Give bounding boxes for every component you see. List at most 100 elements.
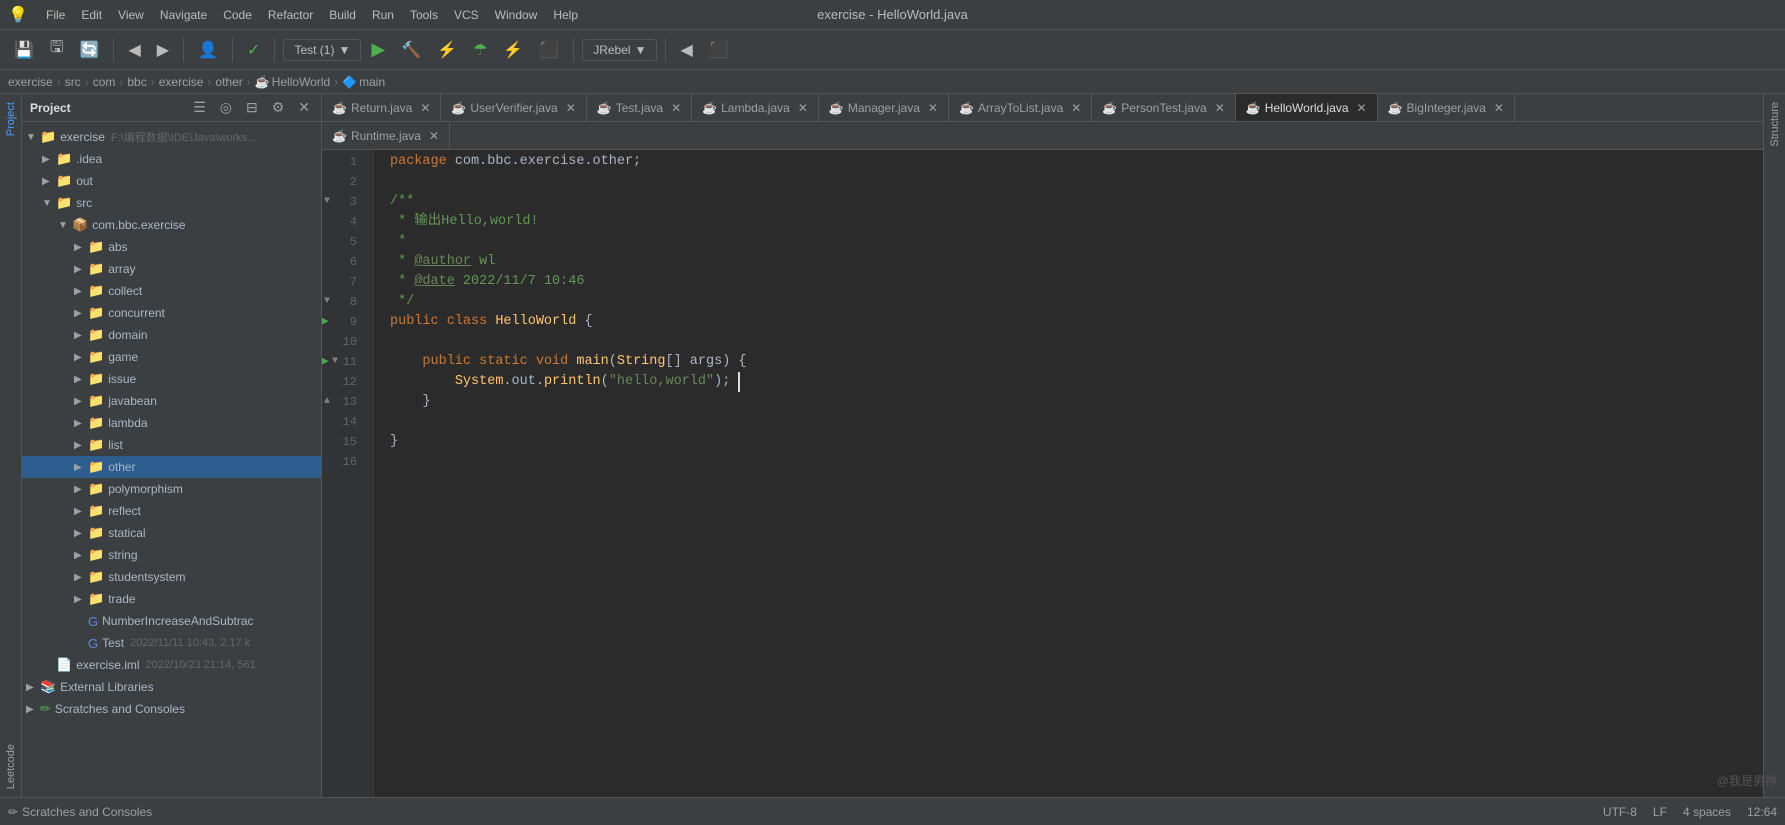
tree-item-collect[interactable]: ▶ 📁 collect (22, 280, 321, 302)
sidebar-icon-leetcode[interactable]: Leetcode (3, 740, 19, 793)
breadcrumb-com[interactable]: com (93, 75, 116, 89)
prev-button[interactable]: ◀ (674, 36, 698, 64)
breadcrumb-exercise[interactable]: exercise (8, 75, 53, 89)
tree-item-reflect[interactable]: ▶ 📁 reflect (22, 500, 321, 522)
stop-button[interactable]: ⬛ (533, 36, 565, 64)
tree-item-other[interactable]: ▶ 📁 other (22, 456, 321, 478)
project-collapse-button[interactable]: ⊟ (243, 97, 261, 118)
breadcrumb-main[interactable]: main (359, 75, 385, 89)
profile-run-button[interactable]: ⚡ (497, 36, 529, 64)
tree-item-lambda[interactable]: ▶ 📁 lambda (22, 412, 321, 434)
tab-close-runtime[interactable]: ✕ (429, 129, 439, 143)
project-scope-button[interactable]: ☰ (190, 97, 209, 118)
tree-item-string[interactable]: ▶ 📁 string (22, 544, 321, 566)
sidebar-icon-project[interactable]: Project (3, 98, 19, 140)
tab-close-userverifier[interactable]: ✕ (566, 101, 576, 115)
tab-arraytolist[interactable]: ☕ ArrayToList.java ✕ (949, 94, 1092, 122)
menu-tools[interactable]: Tools (404, 6, 444, 24)
menu-run[interactable]: Run (366, 6, 400, 24)
checkmark-button[interactable]: ✓ (241, 36, 266, 64)
menu-navigate[interactable]: Navigate (154, 6, 213, 24)
tab-userverifier[interactable]: ☕ UserVerifier.java ✕ (441, 94, 586, 122)
tree-item-iml[interactable]: ▶ 📄 exercise.iml 2022/10/23 21:14, 561 (22, 654, 321, 676)
breadcrumb-helloworld[interactable]: HelloWorld (272, 75, 330, 89)
tree-item-root[interactable]: ▼ 📁 exercise F:\编程数据\IDE\Java\works... (22, 126, 321, 148)
bottom-scratches[interactable]: ✏ Scratches and Consoles (8, 805, 152, 819)
tab-test[interactable]: ☕ Test.java ✕ (587, 94, 692, 122)
menu-build[interactable]: Build (323, 6, 362, 24)
tab-close-return[interactable]: ✕ (420, 101, 430, 115)
profile-button[interactable]: 👤 (192, 36, 224, 64)
run-button[interactable]: ▶ (365, 35, 391, 64)
tab-close-persontest[interactable]: ✕ (1215, 101, 1225, 115)
tree-item-numberincrease[interactable]: ▶ G NumberIncreaseAndSubtrac (22, 610, 321, 632)
save-button[interactable]: 💾 (8, 36, 40, 64)
tree-item-package[interactable]: ▼ 📦 com.bbc.exercise (22, 214, 321, 236)
breadcrumb-other[interactable]: other (215, 75, 242, 89)
tab-runtime[interactable]: ☕ Runtime.java ✕ (322, 122, 450, 150)
tab-close-arraytolist[interactable]: ✕ (1071, 101, 1081, 115)
menu-refactor[interactable]: Refactor (262, 6, 319, 24)
fold-3[interactable]: ▼ (324, 192, 330, 212)
tree-item-test[interactable]: ▶ G Test 2022/11/11 10:43, 2.17 k (22, 632, 321, 654)
tab-return[interactable]: ☕ Return.java ✕ (322, 94, 441, 122)
project-settings-button[interactable]: ⚙ (269, 97, 288, 118)
coverage-button[interactable]: ☂ (467, 36, 493, 64)
back-button[interactable]: ◀ (122, 36, 146, 64)
breadcrumb-exercise2[interactable]: exercise (159, 75, 204, 89)
run-config-selector[interactable]: Test (1) ▼ (283, 39, 361, 61)
menu-edit[interactable]: Edit (75, 6, 108, 24)
tree-item-game[interactable]: ▶ 📁 game (22, 346, 321, 368)
breadcrumb-src[interactable]: src (65, 75, 81, 89)
tree-item-issue[interactable]: ▶ 📁 issue (22, 368, 321, 390)
build-all-button[interactable]: ⚡ (431, 36, 463, 64)
tree-item-javabean[interactable]: ▶ 📁 javabean (22, 390, 321, 412)
tree-item-concurrent[interactable]: ▶ 📁 concurrent (22, 302, 321, 324)
menu-help[interactable]: Help (547, 6, 584, 24)
tab-close-manager[interactable]: ✕ (928, 101, 938, 115)
breadcrumb-bbc[interactable]: bbc (127, 75, 146, 89)
tree-item-studentsystem[interactable]: ▶ 📁 studentsystem (22, 566, 321, 588)
tab-manager[interactable]: ☕ Manager.java ✕ (819, 94, 949, 122)
fold-11[interactable]: ▼ (332, 352, 338, 372)
menu-code[interactable]: Code (217, 6, 258, 24)
save-all-button[interactable]: 🖫 (44, 32, 70, 67)
bottom-encoding[interactable]: UTF-8 (1603, 805, 1637, 819)
run-9[interactable]: ▶ (322, 312, 329, 332)
tree-item-abs[interactable]: ▶ 📁 abs (22, 236, 321, 258)
tree-item-domain[interactable]: ▶ 📁 domain (22, 324, 321, 346)
bottom-line-sep[interactable]: LF (1653, 805, 1667, 819)
build-button[interactable]: 🔨 (395, 36, 427, 64)
menu-window[interactable]: Window (489, 6, 544, 24)
forward-button[interactable]: ▶ (151, 36, 175, 64)
bottom-indent[interactable]: 4 spaces (1683, 805, 1731, 819)
tree-item-out[interactable]: ▶ 📁 out (22, 170, 321, 192)
tree-item-polymorphism[interactable]: ▶ 📁 polymorphism (22, 478, 321, 500)
run-11[interactable]: ▶ (322, 352, 329, 372)
tab-close-biginteger[interactable]: ✕ (1494, 101, 1504, 115)
project-locate-button[interactable]: ◎ (217, 97, 235, 118)
tab-persontest[interactable]: ☕ PersonTest.java ✕ (1092, 94, 1235, 122)
tab-biginteger[interactable]: ☕ BigInteger.java ✕ (1378, 94, 1515, 122)
tree-item-list[interactable]: ▶ 📁 list (22, 434, 321, 456)
tab-close-helloworld[interactable]: ✕ (1357, 101, 1367, 115)
stop2-button[interactable]: ⬛ (703, 36, 735, 64)
menu-vcs[interactable]: VCS (448, 6, 485, 24)
fold-8[interactable]: ▼ (324, 292, 330, 312)
tree-item-src[interactable]: ▼ 📁 src (22, 192, 321, 214)
tree-item-idea[interactable]: ▶ 📁 .idea (22, 148, 321, 170)
tab-close-test[interactable]: ✕ (671, 101, 681, 115)
menu-view[interactable]: View (112, 6, 150, 24)
sync-button[interactable]: 🔄 (74, 36, 106, 64)
tree-item-extlibs[interactable]: ▶ 📚 External Libraries (22, 676, 321, 698)
tree-item-statical[interactable]: ▶ 📁 statical (22, 522, 321, 544)
project-close-button[interactable]: ✕ (295, 97, 313, 118)
fold-13[interactable]: ▲ (324, 392, 330, 412)
tree-item-trade[interactable]: ▶ 📁 trade (22, 588, 321, 610)
code-editor[interactable]: package com.bbc.exercise.other; /** * 输出… (374, 150, 1763, 797)
tree-item-scratches[interactable]: ▶ ✏ Scratches and Consoles (22, 698, 321, 720)
tab-helloworld[interactable]: ☕ HelloWorld.java ✕ (1236, 94, 1378, 122)
sidebar-icon-structure[interactable]: Structure (1767, 98, 1783, 151)
jrebel-selector[interactable]: JRebel ▼ (582, 39, 657, 61)
tab-close-lambda[interactable]: ✕ (798, 101, 808, 115)
